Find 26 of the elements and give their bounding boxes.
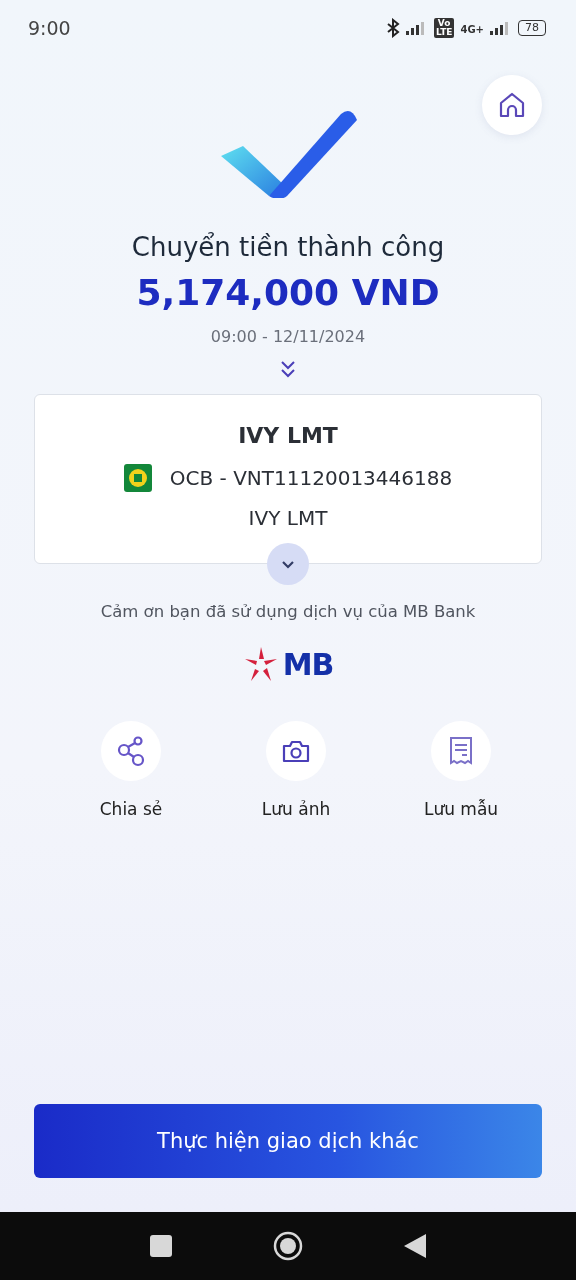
bluetooth-icon <box>385 18 400 38</box>
receipt-icon <box>449 736 473 766</box>
new-transaction-button[interactable]: Thực hiện giao dịch khác <box>34 1104 542 1178</box>
success-title: Chuyển tiền thành công <box>130 232 446 262</box>
volte-badge: Vo LTE <box>433 18 455 38</box>
account-holder: IVY LMT <box>248 506 328 530</box>
home-nav-icon[interactable] <box>273 1231 303 1261</box>
home-icon <box>498 91 526 119</box>
amount: 5,174,000 VND <box>135 272 441 313</box>
chevron-down-icon <box>281 559 295 569</box>
battery-level: 78 <box>518 20 546 36</box>
camera-icon <box>281 738 311 764</box>
action-button[interactable]: Lưu ảnh <box>251 721 341 819</box>
double-chevron-icon <box>280 360 296 378</box>
transaction-time: 09:00 - 12/11/2024 <box>209 327 367 346</box>
action-button[interactable]: Chia sẻ <box>86 721 176 819</box>
status-time: 9:00 <box>28 17 71 39</box>
action-button[interactable]: Lưu mẫu <box>416 721 506 819</box>
share-icon <box>116 735 146 767</box>
back-icon[interactable] <box>404 1234 426 1258</box>
network-type: 4G+ <box>460 24 484 35</box>
recipient-name: IVY LMT <box>238 423 338 448</box>
bank-logo: MB <box>282 646 334 682</box>
thanks-message: Cảm ơn bạn đã sử dụng dịch vụ của MB Bank <box>99 602 477 621</box>
bank-logo-icon <box>123 464 152 492</box>
bank-account: OCB - VNT11120013446188 <box>169 466 453 490</box>
